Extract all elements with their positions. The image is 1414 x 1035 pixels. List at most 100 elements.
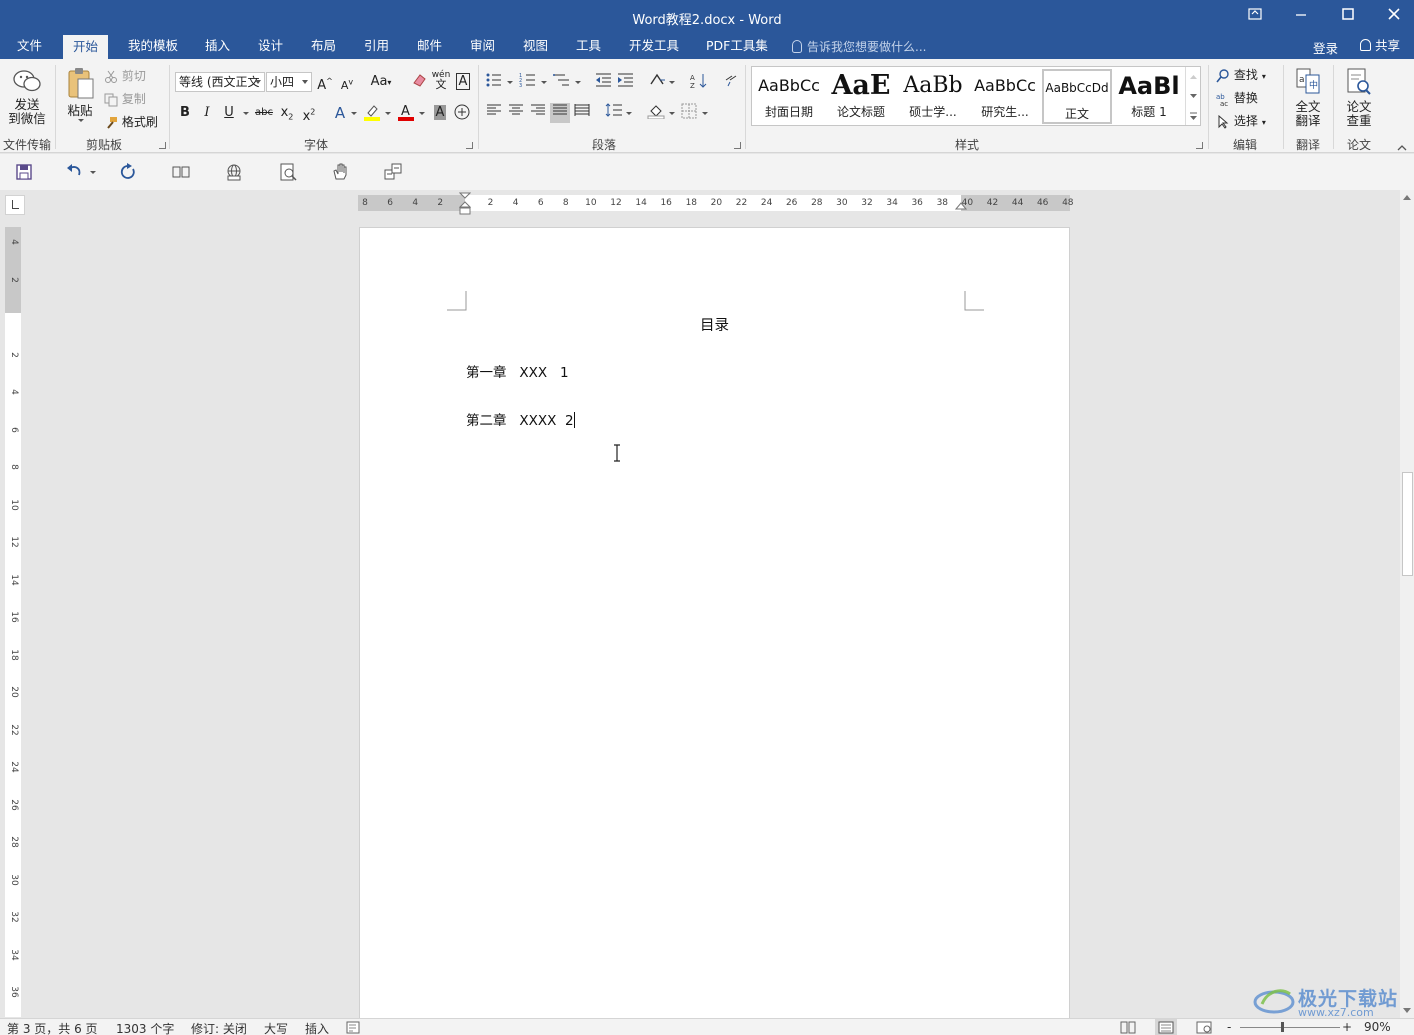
highlight-button[interactable] bbox=[362, 103, 382, 123]
line-spacing-dropdown-arrow[interactable] bbox=[626, 112, 632, 115]
shrink-font-button[interactable]: Av bbox=[337, 72, 357, 92]
insert-mode-status[interactable]: 插入 bbox=[305, 1020, 329, 1035]
decrease-indent-button[interactable] bbox=[594, 72, 614, 92]
print-layout-view-button[interactable] bbox=[1155, 1019, 1177, 1035]
justify-button[interactable] bbox=[550, 103, 570, 123]
tab-insert[interactable]: 插入 bbox=[195, 34, 240, 59]
read-mode-button[interactable] bbox=[171, 162, 193, 182]
zoom-level[interactable]: 90% bbox=[1364, 1020, 1391, 1034]
enclose-characters-button[interactable] bbox=[452, 103, 472, 123]
style-paper-title[interactable]: AaE 论文标题 bbox=[826, 69, 896, 124]
tab-home[interactable]: 开始 bbox=[63, 34, 109, 59]
scroll-up-arrow-icon[interactable] bbox=[1403, 195, 1411, 200]
bullets-dropdown-arrow[interactable] bbox=[507, 81, 513, 84]
vertical-ruler[interactable]: 4 2 2 4 6 8 10 12 14 16 18 20 22 24 26 28 30 32 34 36 bbox=[5, 227, 21, 1017]
vertical-scrollbar[interactable] bbox=[1400, 190, 1414, 1018]
tab-references[interactable]: 引用 bbox=[354, 34, 399, 59]
text-effects-button[interactable]: A bbox=[330, 103, 350, 123]
minimize-button[interactable] bbox=[1286, 5, 1316, 29]
phonetic-guide-button[interactable]: wén 文 bbox=[431, 71, 451, 91]
cut-button[interactable]: 剪切 bbox=[104, 67, 146, 84]
change-case-button[interactable]: Aa▾ bbox=[367, 72, 395, 92]
show-marks-button[interactable] bbox=[721, 72, 741, 92]
shading-button[interactable] bbox=[646, 103, 666, 123]
touch-mode-button[interactable] bbox=[330, 162, 352, 182]
web-layout-button[interactable] bbox=[224, 162, 246, 182]
zoom-in-button[interactable]: + bbox=[1342, 1020, 1352, 1034]
replace-button[interactable]: ab ac 替换 bbox=[1216, 89, 1258, 106]
borders-button[interactable] bbox=[679, 103, 699, 123]
zoom-slider-track[interactable] bbox=[1240, 1027, 1340, 1028]
document-page[interactable]: 目录 第一章 XXX 1 第二章 XXXX 2 bbox=[359, 227, 1070, 1018]
paste-button[interactable]: 粘贴 bbox=[62, 67, 98, 122]
undo-button[interactable] bbox=[64, 162, 86, 182]
tell-me-search[interactable]: 告诉我您想要做什么... bbox=[792, 38, 926, 55]
paste-dropdown-arrow[interactable] bbox=[78, 119, 84, 122]
chinese-layout-button[interactable] bbox=[648, 72, 668, 92]
strikethrough-button[interactable]: abc bbox=[253, 103, 275, 123]
tab-my-templates[interactable]: 我的模板 bbox=[118, 34, 188, 59]
styles-gallery-scroll[interactable] bbox=[1185, 67, 1200, 125]
style-normal[interactable]: AaBbCcDd 正文 bbox=[1042, 69, 1112, 124]
right-indent-marker-icon[interactable] bbox=[955, 200, 967, 210]
style-heading-1[interactable]: AaBl 标题 1 bbox=[1114, 69, 1184, 124]
bullets-button[interactable] bbox=[484, 72, 504, 92]
word-count[interactable]: 1303 个字 bbox=[116, 1020, 174, 1035]
text-effects-dropdown-arrow[interactable] bbox=[351, 112, 357, 115]
print-preview-button[interactable] bbox=[278, 162, 300, 182]
align-right-button[interactable] bbox=[528, 103, 548, 123]
multilevel-list-button[interactable] bbox=[552, 72, 572, 92]
tab-view[interactable]: 视图 bbox=[513, 34, 558, 59]
tab-layout[interactable]: 布局 bbox=[301, 34, 346, 59]
page-count[interactable]: 第 3 页，共 6 页 bbox=[7, 1020, 98, 1035]
tab-stop-selector[interactable] bbox=[5, 195, 25, 215]
subscript-button[interactable]: x2 bbox=[277, 103, 297, 123]
customize-qat-button[interactable] bbox=[383, 162, 405, 182]
character-shading-button[interactable]: A bbox=[430, 103, 450, 123]
line-spacing-button[interactable] bbox=[604, 103, 624, 123]
style-cover-date[interactable]: AaBbCc 封面日期 bbox=[754, 69, 824, 124]
chinese-layout-dropdown-arrow[interactable] bbox=[669, 81, 675, 84]
styles-dialog-launcher[interactable] bbox=[1196, 142, 1203, 149]
borders-dropdown-arrow[interactable] bbox=[702, 112, 708, 115]
tab-developer[interactable]: 开发工具 bbox=[619, 34, 689, 59]
tab-mailings[interactable]: 邮件 bbox=[407, 34, 452, 59]
share-button[interactable]: 共享 bbox=[1352, 34, 1408, 59]
highlight-dropdown-arrow[interactable] bbox=[385, 112, 391, 115]
align-left-button[interactable] bbox=[484, 103, 504, 123]
font-color-button[interactable]: A bbox=[396, 103, 416, 123]
collapse-ribbon-button[interactable] bbox=[1397, 141, 1407, 155]
copy-button[interactable]: 复制 bbox=[104, 90, 146, 107]
clipboard-dialog-launcher[interactable] bbox=[159, 142, 166, 149]
web-layout-view-button[interactable] bbox=[1196, 1021, 1212, 1035]
superscript-button[interactable]: x2 bbox=[299, 103, 319, 124]
font-dialog-launcher[interactable] bbox=[466, 142, 473, 149]
zoom-out-button[interactable]: - bbox=[1227, 1020, 1231, 1034]
document-area[interactable]: 8 6 4 2 2 4 6 8 10 12 14 16 18 20 22 24 26 28 30 32 34 36 38 40… bbox=[0, 190, 1400, 1018]
select-button[interactable]: 选择 ▾ bbox=[1216, 112, 1266, 129]
close-button[interactable] bbox=[1379, 5, 1409, 29]
macro-record-button[interactable] bbox=[346, 1021, 360, 1035]
tab-file[interactable]: 文件 bbox=[7, 34, 52, 59]
ribbon-display-options-button[interactable] bbox=[1240, 5, 1270, 29]
read-mode-view-button[interactable] bbox=[1120, 1021, 1136, 1035]
tab-design[interactable]: 设计 bbox=[248, 34, 293, 59]
style-masters[interactable]: AaBb 硕士学... bbox=[898, 69, 968, 124]
underline-dropdown-arrow[interactable] bbox=[243, 112, 249, 115]
save-button[interactable] bbox=[14, 162, 36, 182]
paragraph-dialog-launcher[interactable] bbox=[734, 142, 741, 149]
paper-check-button[interactable]: 论文 查重 bbox=[1340, 67, 1378, 128]
numbering-dropdown-arrow[interactable] bbox=[541, 81, 547, 84]
increase-indent-button[interactable] bbox=[616, 72, 636, 92]
login-link[interactable]: 登录 bbox=[1313, 38, 1338, 57]
indent-marker-icon[interactable] bbox=[459, 192, 471, 218]
distributed-button[interactable] bbox=[572, 103, 592, 123]
character-border-button[interactable]: A bbox=[453, 72, 473, 92]
toc-entry-2[interactable]: 第二章 XXXX 2 bbox=[466, 409, 575, 429]
format-painter-button[interactable]: 格式刷 bbox=[104, 113, 158, 130]
bold-button[interactable]: B bbox=[175, 103, 195, 123]
font-size-combo[interactable]: 小四 bbox=[266, 72, 312, 92]
italic-button[interactable]: I bbox=[197, 103, 217, 123]
zoom-slider-thumb[interactable] bbox=[1281, 1022, 1284, 1032]
tab-tools[interactable]: 工具 bbox=[566, 34, 611, 59]
